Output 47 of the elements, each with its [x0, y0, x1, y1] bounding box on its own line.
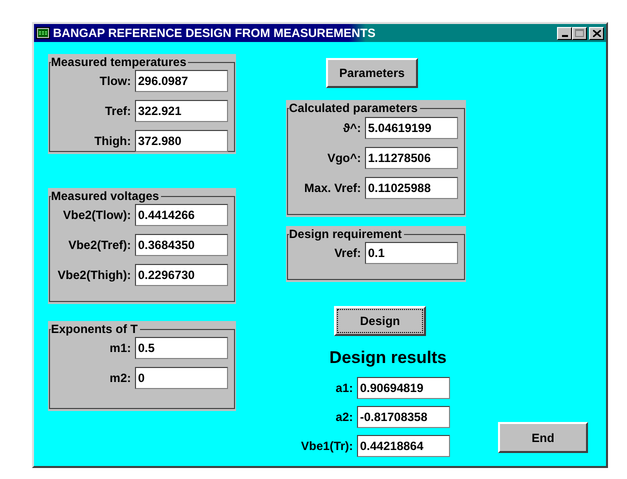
text-field[interactable]: 296.0987	[135, 70, 228, 92]
maximize-button[interactable]	[572, 26, 587, 40]
field-label: Vbe1(Tr):	[300, 438, 353, 455]
parameters-button[interactable]: Parameters	[326, 58, 418, 88]
field-label: ϑ^:	[343, 120, 361, 137]
results-heading: Design results	[328, 348, 448, 368]
field-label: Vref:	[334, 245, 361, 262]
text-field[interactable]: 0	[135, 367, 228, 389]
field-label: Max. Vref:	[304, 180, 361, 197]
window-title: BANGAP REFERENCE DESIGN FROM MEASUREMENTS	[53, 27, 376, 39]
text-field[interactable]: 0.3684350	[135, 234, 228, 256]
close-icon	[592, 30, 600, 36]
field-label: Vgo^:	[327, 150, 361, 167]
text-field[interactable]: 0.1	[365, 242, 458, 264]
text-field[interactable]: 322.921	[135, 100, 228, 122]
design-button[interactable]: Design	[334, 306, 426, 336]
text-field[interactable]: 0.44218864	[357, 435, 450, 457]
text-field[interactable]: 0.4414266	[135, 204, 228, 226]
group-title: Exponents of T	[51, 323, 140, 336]
text-field[interactable]: 0.11025988	[365, 177, 458, 199]
text-field[interactable]: -0.81708358	[357, 406, 450, 428]
text-field[interactable]: 372.980	[135, 130, 228, 152]
field-label: Vbe2(Thigh):	[58, 267, 131, 284]
field-label: m1:	[110, 340, 131, 357]
group-title: Design requirement	[289, 228, 404, 241]
group-title: Calculated parameters	[289, 102, 420, 115]
text-field[interactable]: 5.04619199	[365, 117, 458, 139]
field-label: Vbe2(Tref):	[68, 237, 131, 254]
field-label: Vbe2(Tlow):	[63, 207, 131, 224]
group-title: Measured voltages	[51, 190, 162, 203]
text-field[interactable]: 0.90694819	[357, 377, 450, 399]
app-icon	[36, 27, 50, 39]
field-label: a2:	[336, 409, 353, 426]
close-button[interactable]	[589, 26, 604, 40]
field-label: Tref:	[104, 103, 131, 120]
field-label: m2:	[110, 370, 131, 387]
maximize-icon	[575, 29, 584, 37]
field-label: a1:	[336, 380, 353, 397]
group-title: Measured temperatures	[51, 56, 188, 69]
field-label: Thigh:	[94, 133, 131, 150]
text-field[interactable]: 0.2296730	[135, 264, 228, 286]
text-field[interactable]: 0.5	[135, 337, 228, 359]
text-field[interactable]: 1.11278506	[365, 147, 458, 169]
field-label: Tlow:	[100, 73, 131, 90]
end-button[interactable]: End	[498, 422, 588, 453]
minimize-icon	[562, 34, 568, 36]
minimize-button[interactable]	[557, 26, 572, 40]
